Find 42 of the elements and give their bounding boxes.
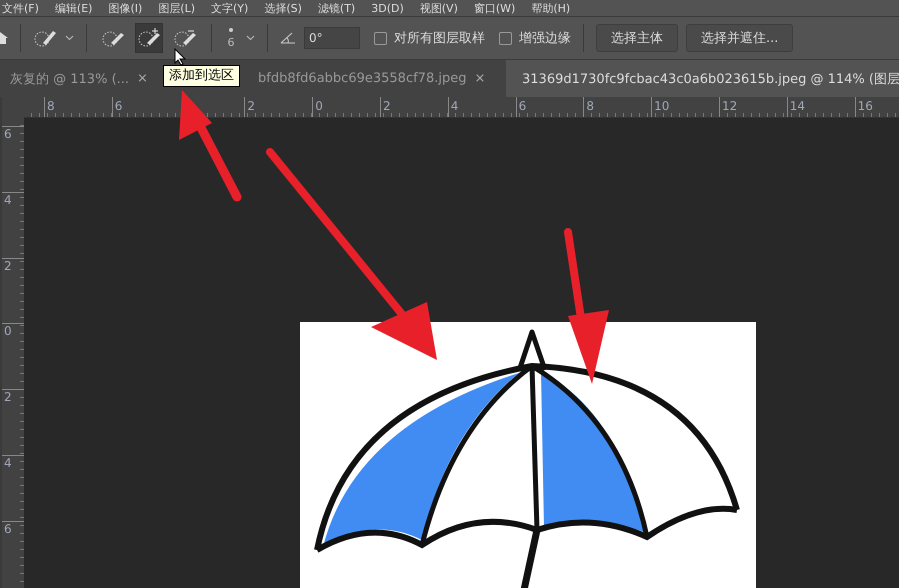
angle-field[interactable]: 0° [304,27,360,49]
menu-item[interactable]: 图像(I) [108,0,142,16]
menu-item[interactable]: 图层(L) [158,0,196,16]
checkbox-label: 对所有图层取样 [394,30,485,47]
ruler-label: 2 [380,97,448,117]
pointer-icon [174,48,186,66]
ruler-label: 8 [583,97,652,117]
menu-item[interactable]: 3D(D) [371,2,404,14]
ruler-label: 2 [244,97,312,117]
brush-tip-icon[interactable] [229,28,233,32]
menu-item[interactable]: 视图(V) [420,0,458,16]
ruler-label: 16 [854,97,899,117]
menu-item[interactable]: 窗口(W) [474,0,516,16]
brush-size[interactable]: 6 [228,36,234,48]
ruler-label: 14 [786,97,855,117]
angle-icon [280,32,296,44]
close-icon[interactable]: × [474,71,486,86]
menu-item[interactable]: 编辑(E) [54,0,92,16]
menu-item[interactable]: 帮助(H) [531,0,570,16]
tooltip: 添加到选区 [163,65,240,87]
home-icon[interactable] [0,30,8,46]
menu-item[interactable]: 选择(S) [264,0,302,16]
checkbox[interactable] [499,32,512,44]
caret-icon[interactable] [246,35,255,41]
toolbar-button[interactable]: 选择并遮住... [686,24,794,52]
caret-icon[interactable] [65,35,74,41]
document-tab[interactable]: 31369d1730fc9fcbac43c0a6b023615b.jpeg @ 114% (图层 [506,60,899,97]
checkbox-label: 增强边缘 [519,30,571,47]
ruler-label: 10 [651,97,719,117]
menu-item[interactable]: 文件(F) [2,0,39,16]
add-to-selection-button[interactable] [135,23,163,53]
ruler-label: 8 [44,97,112,117]
menu-item[interactable]: 文字(Y) [211,0,248,16]
ruler-label: 6 [112,97,180,117]
menu-item[interactable]: 滤镜(T) [318,0,356,16]
toolbar-button[interactable]: 选择主体 [596,24,678,52]
ruler-label: 12 [718,97,787,117]
ruler-label: 0 [312,97,380,117]
ruler-label: 6 [516,97,584,117]
ruler-label: 4 [448,97,516,117]
checkbox[interactable] [374,32,387,44]
close-icon[interactable]: × [137,71,148,86]
